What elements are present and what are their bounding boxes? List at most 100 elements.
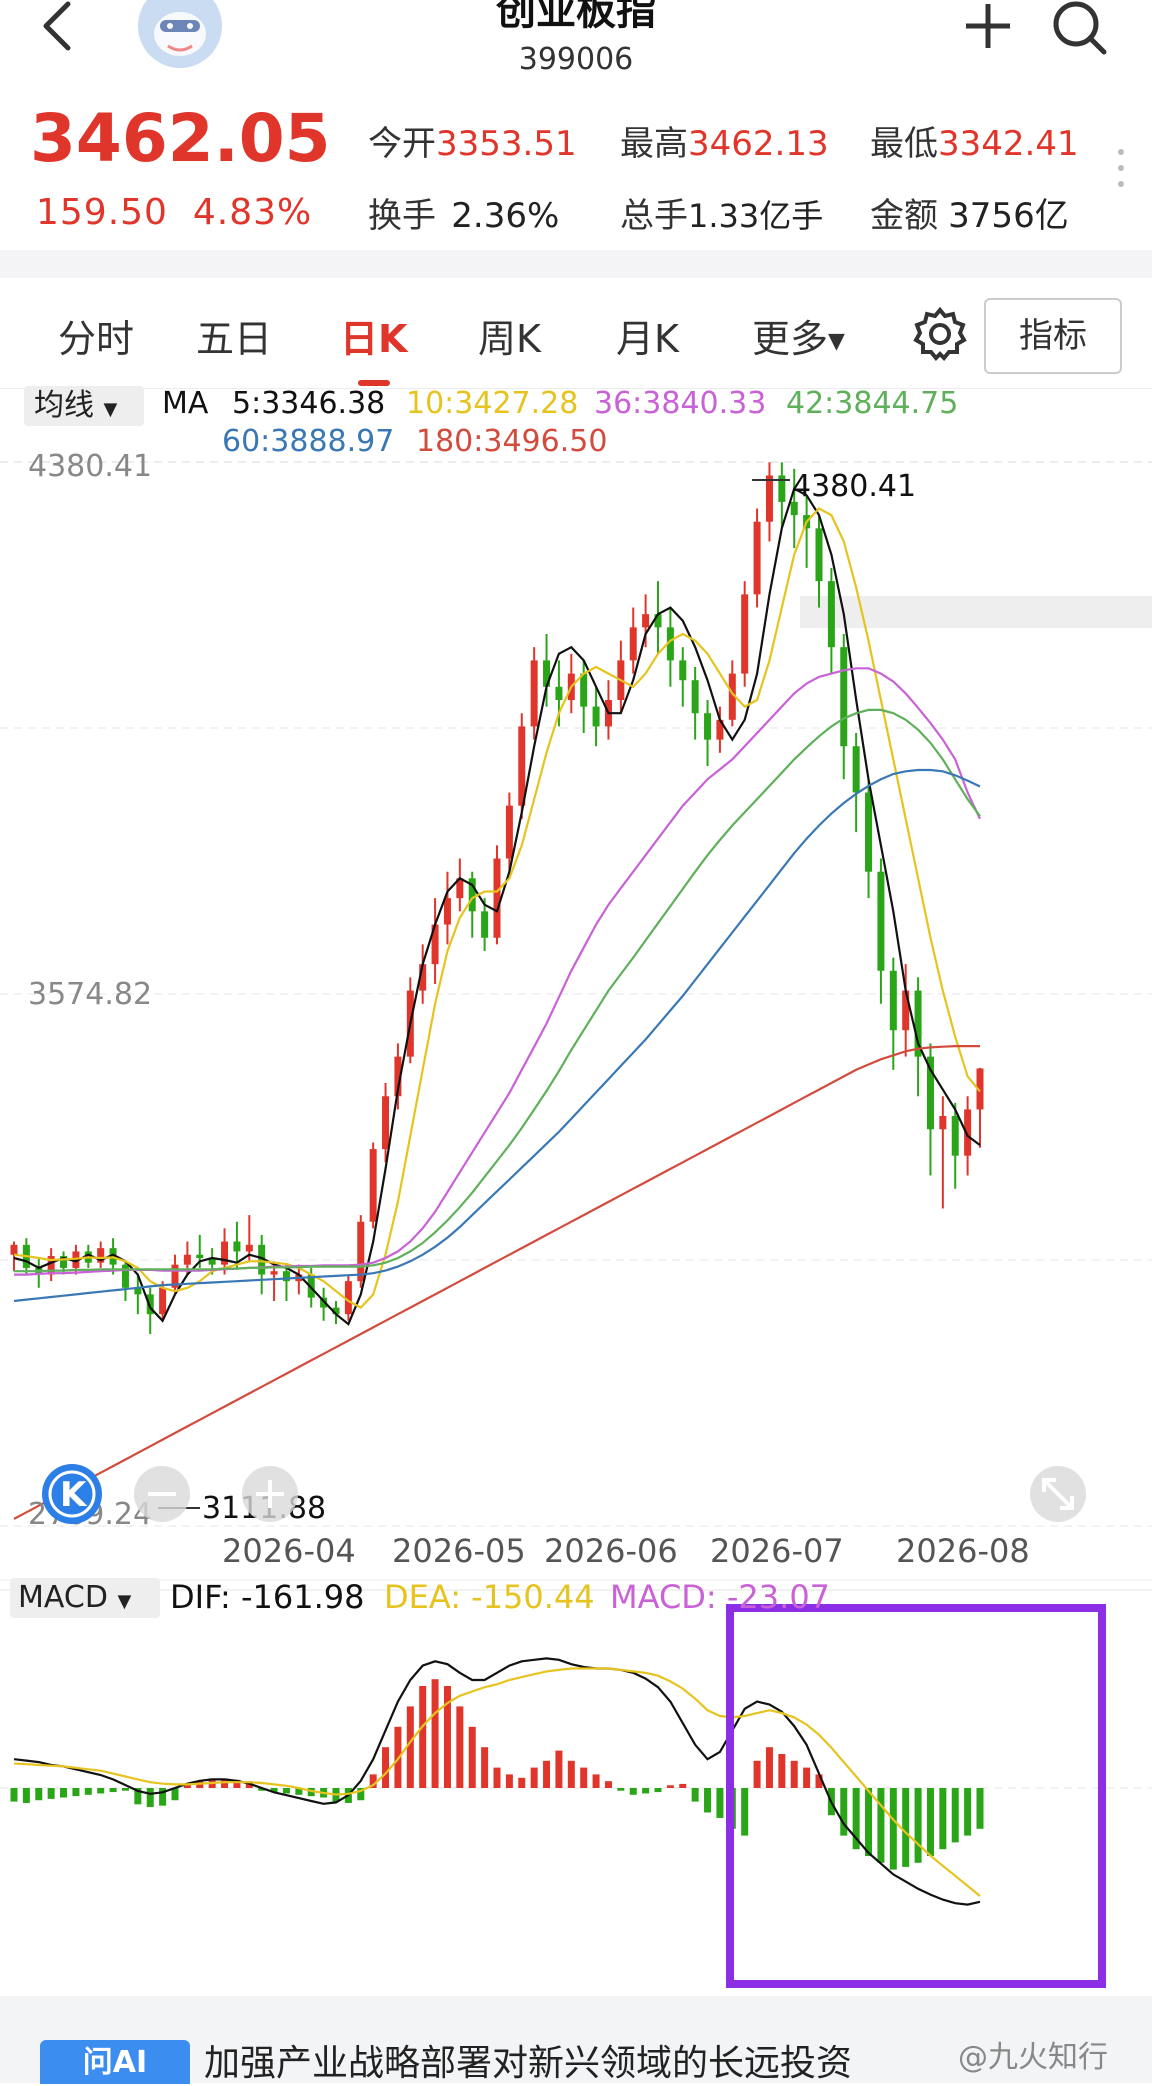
macd-bar <box>555 1750 563 1788</box>
candle-body <box>939 1116 947 1130</box>
stock-code: 399006 <box>518 42 634 77</box>
macd-bar <box>518 1777 526 1788</box>
kline-chart[interactable]: 4380.41 3574.82 2769.24 4380.41 3111.88 … <box>0 440 1152 2000</box>
page-title: 创业板指 <box>496 0 656 34</box>
macd-bar <box>121 1788 129 1791</box>
macd-bar <box>964 1788 972 1836</box>
candle-body <box>951 1116 959 1156</box>
turnover-label: 换手 <box>368 196 436 236</box>
ma42-value: 42:3844.75 <box>786 386 959 421</box>
volume-value: 1.33亿手 <box>688 197 824 235</box>
search-icon[interactable] <box>1050 0 1110 56</box>
candle-body <box>10 1244 18 1255</box>
macd-dea: DEA: -150.44 <box>384 1578 595 1616</box>
ma10-value: 10:3427.28 <box>406 386 579 421</box>
volume-label: 总手 <box>620 196 688 236</box>
macd-bar <box>716 1788 724 1818</box>
indicator-button[interactable]: 指标 <box>984 298 1122 374</box>
candle-body <box>530 660 538 727</box>
y-axis-mid-label: 3574.82 <box>28 977 152 1012</box>
x-tick-label: 2026-05 <box>392 1532 526 1570</box>
low-stat: 最低3342.41 <box>870 116 1079 165</box>
macd-bar <box>419 1686 427 1788</box>
candle-body <box>270 1271 278 1275</box>
ma-selector[interactable]: 均线 ▼ <box>24 386 144 426</box>
open-label: 今开 <box>368 124 436 164</box>
low-value: 3342.41 <box>938 124 1079 164</box>
more-dots-icon[interactable] <box>1118 148 1124 188</box>
macd-bar <box>691 1788 699 1802</box>
macd-bar <box>753 1760 761 1788</box>
tab-more-label: 更多 <box>752 317 829 361</box>
zoom-in-icon[interactable] <box>242 1466 298 1522</box>
macd-bar <box>72 1788 80 1797</box>
candle-body <box>555 686 563 701</box>
x-tick-label: 2026-04 <box>222 1532 356 1570</box>
candle-body <box>877 871 885 971</box>
open-stat: 今开3353.51 <box>368 116 577 165</box>
candle-body <box>183 1254 191 1265</box>
macd-bar <box>35 1788 43 1801</box>
amount-stat: 金额 3756亿 <box>870 188 1069 237</box>
macd-bar <box>926 1788 934 1856</box>
macd-bar <box>790 1760 798 1788</box>
ma-lines-layer <box>13 487 981 1520</box>
ma180-line <box>13 1044 980 1520</box>
section-divider <box>0 250 1152 278</box>
tab-intraday[interactable]: 分时 <box>58 308 134 363</box>
ai-badge[interactable]: 问AI <box>40 2040 190 2084</box>
tab-five-day[interactable]: 五日 <box>196 308 272 363</box>
k-logo-icon[interactable]: K <box>42 1464 102 1524</box>
fullscreen-icon[interactable] <box>1030 1466 1086 1522</box>
macd-bar <box>654 1788 662 1793</box>
news-headline[interactable]: 加强产业战略部署对新兴领域的长远投资 <box>204 2034 852 2086</box>
macd-histogram <box>10 1679 984 1870</box>
turnover-stat: 换手 2.36% <box>368 188 559 237</box>
macd-bar <box>22 1788 30 1803</box>
high-label: 最高 <box>620 124 688 164</box>
macd-bar <box>939 1788 947 1850</box>
candle-body <box>753 521 761 595</box>
caret-down-icon: ▼ <box>117 1591 132 1612</box>
tab-more[interactable]: 更多▼ <box>752 308 845 363</box>
candle-body <box>159 1287 167 1315</box>
candle-body <box>691 680 699 714</box>
back-arrow-icon[interactable] <box>36 0 80 60</box>
macd-bar <box>109 1788 117 1793</box>
macd-bar <box>47 1788 55 1799</box>
macd-bar <box>567 1760 575 1788</box>
macd-bar <box>889 1788 897 1870</box>
zoom-out-icon[interactable] <box>134 1466 190 1522</box>
ma5-value: 5:3346.38 <box>232 386 386 421</box>
macd-bar <box>741 1788 749 1836</box>
macd-bar <box>481 1747 489 1788</box>
plus-icon[interactable] <box>958 0 1018 56</box>
candle-body <box>679 660 687 681</box>
macd-bar <box>877 1788 885 1863</box>
candle-body <box>827 581 835 648</box>
macd-bar <box>902 1788 910 1867</box>
macd-bar <box>803 1767 811 1788</box>
macd-bar <box>617 1788 625 1791</box>
tab-weekly-k[interactable]: 周K <box>478 308 541 363</box>
tab-daily-k[interactable]: 日K <box>340 308 407 363</box>
candle-body <box>196 1254 204 1259</box>
x-tick-label: 2026-08 <box>896 1532 1030 1570</box>
macd-bar <box>865 1788 873 1856</box>
caret-down-icon: ▼ <box>103 399 118 420</box>
low-label: 最低 <box>870 124 938 164</box>
ma-prefix: MA <box>162 386 209 421</box>
macd-bar <box>642 1788 650 1794</box>
macd-selector[interactable]: MACD ▼ <box>10 1578 160 1618</box>
candle-body <box>357 1221 365 1282</box>
candle-body <box>369 1149 377 1222</box>
gear-icon[interactable] <box>912 306 968 362</box>
macd-bar <box>592 1774 600 1788</box>
x-tick-label: 2026-06 <box>544 1532 678 1570</box>
candles-layer <box>10 462 984 1334</box>
tab-monthly-k[interactable]: 月K <box>616 308 679 363</box>
price-change: 159.50 4.83% <box>36 192 312 233</box>
candle-body <box>382 1096 390 1150</box>
macd-bar <box>505 1774 513 1788</box>
price-highlight-band <box>800 596 1152 628</box>
